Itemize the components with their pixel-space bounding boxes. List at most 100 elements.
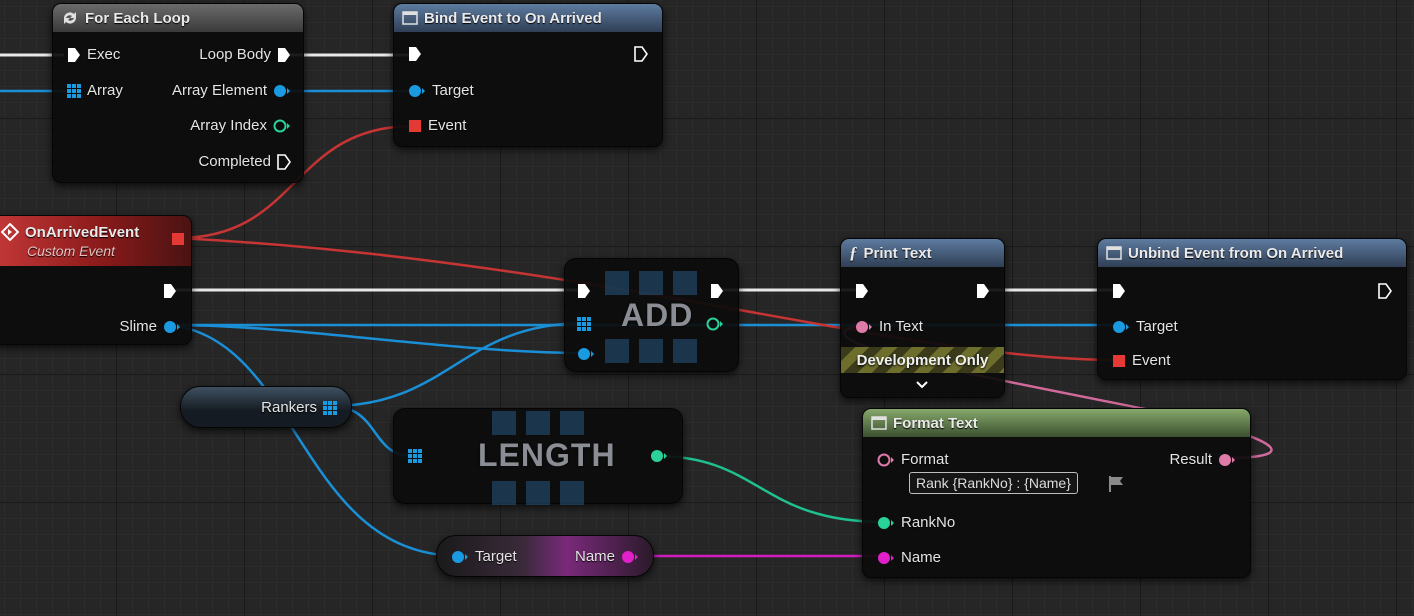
exec-in-pin[interactable] (408, 46, 422, 62)
expand-chevron-icon[interactable] (915, 377, 929, 395)
length-out-pin[interactable] (650, 449, 668, 463)
index-out-pin[interactable] (706, 317, 724, 331)
unbind-event-header[interactable]: Unbind Event from On Arrived (1098, 239, 1406, 267)
delegate-pin-icon (409, 119, 421, 132)
tile-decoration (605, 339, 629, 363)
pin-label: Name (574, 548, 615, 565)
pin-label: Exec (87, 46, 121, 63)
object-pin-icon (452, 550, 468, 563)
exec-out-pin[interactable] (163, 283, 177, 299)
event-pin[interactable]: Event (1112, 352, 1170, 369)
for-each-loop-node[interactable]: For Each Loop Exec Array Loop Body Array… (52, 3, 304, 183)
int-pin-icon (706, 317, 723, 331)
pin-label: Event (1132, 352, 1171, 369)
exec-pin-icon (1378, 283, 1392, 299)
exec-pin-icon (409, 47, 421, 61)
tile-decoration (639, 339, 663, 363)
exec-in-pin[interactable]: Exec (67, 46, 120, 63)
object-pin-icon (274, 84, 290, 97)
exec-out-pin[interactable] (1378, 283, 1392, 299)
rankers-pin[interactable]: Rankers (261, 399, 337, 416)
exec-out-pin[interactable] (710, 283, 724, 299)
tile-decoration (526, 481, 550, 505)
get-name-node[interactable]: Target Name (436, 535, 654, 577)
object-wire (329, 321, 587, 408)
print-text-node[interactable]: ƒ Print Text In Text Development Only (840, 238, 1005, 398)
pin-label: Format (901, 451, 949, 468)
completed-pin[interactable]: Completed (198, 153, 291, 170)
exec-pin-icon (977, 284, 989, 298)
for-each-loop-header[interactable]: For Each Loop (53, 4, 303, 32)
custom-event-node[interactable]: OnArrivedEvent Custom Event Slime (0, 215, 192, 345)
exec-pin-icon (578, 284, 590, 298)
name-pin[interactable]: Name (877, 549, 941, 566)
object-wire (169, 323, 587, 355)
delegate-pin-icon (1113, 354, 1125, 367)
item-in-pin[interactable] (577, 347, 595, 361)
int-pin-icon (878, 516, 894, 529)
exec-out-pin[interactable] (634, 46, 648, 62)
result-pin[interactable]: Result (1169, 451, 1236, 468)
bind-event-node[interactable]: Bind Event to On Arrived Target Event (393, 3, 663, 147)
event-pin[interactable]: Event (408, 117, 466, 134)
string-pin-icon (878, 551, 894, 564)
array-in-pin[interactable] (408, 449, 422, 463)
object-pin-icon (1113, 320, 1129, 333)
tile-decoration (673, 339, 697, 363)
exec-in-pin[interactable] (1112, 283, 1126, 299)
exec-pin-icon (711, 284, 723, 298)
length-node[interactable]: LENGTH (393, 408, 683, 505)
delegate-pin-icon (172, 233, 184, 245)
array-element-pin[interactable]: Array Element (172, 82, 291, 99)
tile-decoration (673, 271, 697, 295)
exec-pin-icon (634, 46, 648, 62)
exec-in-pin[interactable] (855, 283, 869, 299)
format-text-header[interactable]: Format Text (863, 409, 1250, 437)
function-box-icon (402, 11, 418, 25)
print-text-header[interactable]: ƒ Print Text (841, 239, 1004, 267)
target-pin[interactable]: Target (408, 82, 474, 99)
localization-flag-icon[interactable] (1107, 475, 1125, 498)
exec-in-pin[interactable] (577, 283, 591, 299)
loop-icon (61, 10, 79, 26)
format-text-input[interactable]: Rank {RankNo} : {Name} (909, 472, 1078, 494)
pin-label: Target (432, 82, 474, 99)
tile-decoration (605, 271, 629, 295)
array-in-pin[interactable]: Array (67, 82, 123, 99)
target-pin[interactable]: Target (1112, 318, 1178, 335)
delegate-out-pin[interactable] (171, 232, 185, 246)
function-box-icon (871, 416, 887, 430)
add-node[interactable]: ADD (564, 258, 739, 372)
in-text-pin[interactable]: In Text (855, 318, 923, 335)
text-pin-icon (877, 453, 894, 466)
exec-pin-icon (278, 47, 290, 62)
custom-event-header[interactable]: OnArrivedEvent Custom Event (0, 216, 191, 266)
pin-label: Name (901, 549, 942, 566)
name-out-pin[interactable]: Name (575, 548, 639, 565)
node-subtitle: Custom Event (27, 243, 115, 259)
banner-label: Development Only (856, 351, 989, 369)
array-pin-icon (408, 449, 422, 463)
rankers-variable-node[interactable]: Rankers (180, 386, 352, 428)
object-pin-icon (409, 84, 425, 97)
target-pin[interactable]: Target (451, 548, 517, 565)
unbind-event-node[interactable]: Unbind Event from On Arrived Target Even… (1097, 238, 1407, 380)
pin-label: Array (87, 82, 123, 99)
object-pin-icon (578, 348, 594, 360)
node-title: Bind Event to On Arrived (424, 9, 602, 27)
exec-out-pin[interactable] (976, 283, 990, 299)
loop-body-pin[interactable]: Loop Body (199, 46, 291, 63)
pin-label: Array Index (190, 117, 267, 134)
tile-decoration (560, 481, 584, 505)
array-in-pin[interactable] (577, 317, 591, 331)
exec-pin-icon (1113, 284, 1125, 298)
node-title: Print Text (863, 244, 932, 262)
pin-label: RankNo (901, 514, 956, 531)
slime-pin[interactable]: Slime (119, 318, 181, 335)
array-index-pin[interactable]: Array Index (190, 117, 291, 134)
tile-decoration (526, 411, 550, 435)
format-text-node[interactable]: Format Text Format Rank {RankNo} : {Name… (862, 408, 1251, 578)
rank-no-pin[interactable]: RankNo (877, 514, 955, 531)
format-pin[interactable]: Format (877, 451, 949, 468)
bind-event-header[interactable]: Bind Event to On Arrived (394, 4, 662, 32)
